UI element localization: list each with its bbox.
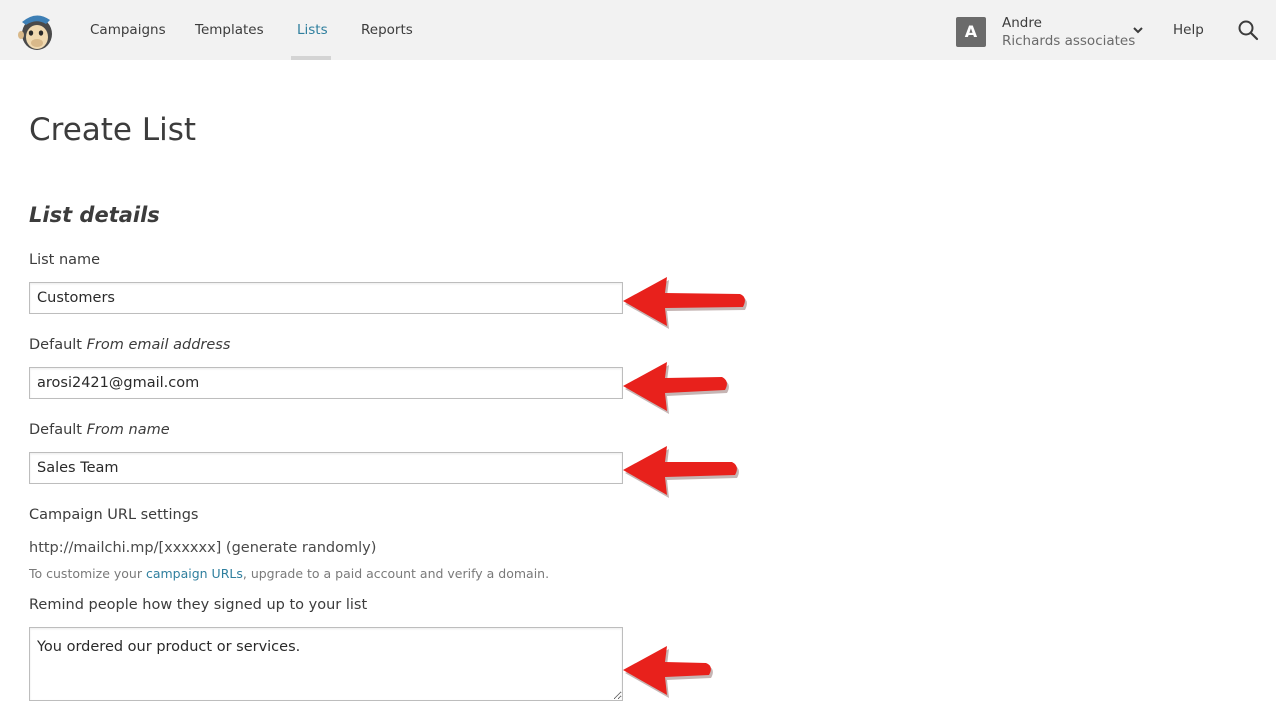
from-name-input[interactable] bbox=[29, 452, 623, 484]
top-nav: Campaigns Templates Lists Reports A Andr… bbox=[0, 0, 1276, 60]
list-name-input[interactable] bbox=[29, 282, 623, 314]
reminder-textarea[interactable]: You ordered our product or services. bbox=[29, 627, 623, 701]
from-email-input[interactable] bbox=[29, 367, 623, 399]
arrow-left-icon bbox=[623, 362, 729, 414]
account-organization[interactable]: Richards associates bbox=[1002, 33, 1135, 49]
from-email-label-prefix: Default bbox=[29, 337, 87, 353]
campaign-urls-link[interactable]: campaign URLs bbox=[146, 566, 243, 581]
active-tab-indicator bbox=[291, 56, 331, 60]
section-title: List details bbox=[29, 203, 160, 227]
page-title: Create List bbox=[29, 112, 197, 148]
from-name-label-emphasis: From name bbox=[86, 422, 170, 438]
avatar[interactable]: A bbox=[956, 17, 986, 47]
nav-lists[interactable]: Lists bbox=[297, 0, 328, 60]
search-icon[interactable] bbox=[1237, 19, 1259, 41]
from-email-label-emphasis: From email address bbox=[86, 337, 231, 353]
arrow-left-icon bbox=[623, 446, 739, 498]
nav-templates[interactable]: Templates bbox=[195, 0, 264, 60]
arrow-left-icon bbox=[623, 277, 747, 329]
campaign-url-value: http://mailchi.mp/[xxxxxx] (generate ran… bbox=[29, 540, 377, 556]
from-name-label-prefix: Default bbox=[29, 422, 87, 438]
reminder-label: Remind people how they signed up to your… bbox=[29, 597, 368, 613]
nav-campaigns[interactable]: Campaigns bbox=[90, 0, 166, 60]
help-link[interactable]: Help bbox=[1173, 0, 1204, 60]
from-name-label: Default From name bbox=[29, 422, 170, 438]
campaign-url-help: To customize your campaign URLs, upgrade… bbox=[29, 566, 549, 581]
arrow-left-icon bbox=[623, 646, 713, 698]
from-email-label: Default From email address bbox=[29, 337, 230, 353]
help-text-prefix: To customize your bbox=[29, 566, 146, 581]
help-text-suffix: , upgrade to a paid account and verify a… bbox=[242, 566, 550, 581]
mailchimp-logo-icon[interactable] bbox=[16, 10, 56, 52]
nav-reports[interactable]: Reports bbox=[361, 0, 413, 60]
list-name-label: List name bbox=[29, 252, 101, 268]
chevron-down-icon[interactable] bbox=[1132, 24, 1144, 36]
account-name[interactable]: Andre bbox=[1002, 15, 1042, 31]
campaign-url-label: Campaign URL settings bbox=[29, 507, 199, 523]
